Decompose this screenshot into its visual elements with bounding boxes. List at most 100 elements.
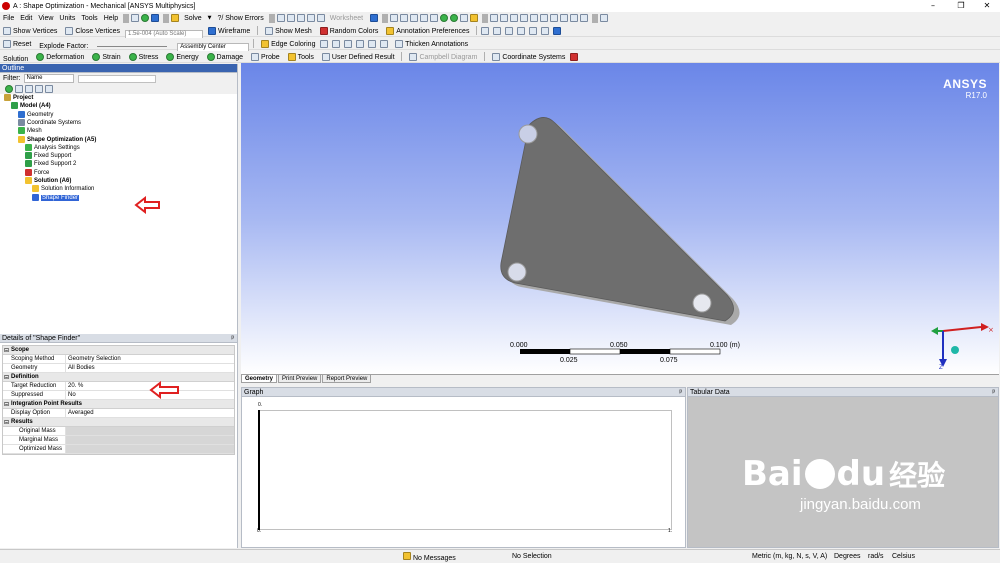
details-group-header[interactable]: Results: [3, 418, 234, 427]
menu-tools[interactable]: Tools: [78, 15, 100, 22]
details-group-header[interactable]: Integration Point Results: [3, 400, 234, 409]
edge-style-1-icon[interactable]: [320, 40, 329, 48]
edge-select-icon[interactable]: [410, 14, 419, 22]
details-row[interactable]: Target Reduction 20. %: [3, 382, 234, 391]
pan-icon[interactable]: [500, 14, 509, 22]
thicken-annotations-button[interactable]: Thicken Annotations: [392, 38, 471, 50]
details-row-value[interactable]: All Bodies: [66, 364, 234, 372]
tree-item[interactable]: Shape Optimization (A5): [18, 135, 96, 144]
tree-item[interactable]: Fixed Support: [25, 152, 71, 160]
tabular-pin-icon[interactable]: ᵖ: [992, 388, 995, 397]
tree-item[interactable]: Model (A4): [11, 102, 51, 110]
axis-y-icon[interactable]: [529, 27, 538, 35]
pin-icon[interactable]: ᵖ: [231, 334, 234, 343]
axis-xy-icon[interactable]: [481, 27, 490, 35]
tree-item[interactable]: Solution (A6): [25, 177, 71, 185]
clipboard-icon[interactable]: [131, 14, 140, 22]
details-row[interactable]: Marginal Mass: [3, 436, 234, 445]
tree-item[interactable]: Force: [25, 168, 49, 177]
rotate-icon[interactable]: [490, 14, 499, 22]
image-capture-icon[interactable]: [316, 14, 325, 22]
results-icon[interactable]: [570, 53, 579, 61]
edge-style-2-icon[interactable]: [332, 40, 341, 48]
damage-menu[interactable]: Damage: [204, 51, 246, 63]
minimize-button[interactable]: –: [920, 0, 946, 12]
zoom-fit-icon[interactable]: [530, 14, 539, 22]
graph-pin-icon[interactable]: ᵖ: [679, 388, 682, 397]
reset-button[interactable]: Reset: [0, 38, 34, 50]
connect-icon[interactable]: [151, 14, 160, 22]
details-group-header[interactable]: Definition: [3, 373, 234, 382]
tree-item[interactable]: Solution Information: [32, 185, 94, 193]
cursor-icon[interactable]: [370, 14, 379, 22]
viewport-layout-icon[interactable]: [600, 14, 609, 22]
tools-menu[interactable]: Tools: [285, 51, 317, 63]
plus-icon[interactable]: [35, 85, 43, 93]
axis-z-icon[interactable]: [541, 27, 550, 35]
plate-hole-left[interactable]: [507, 262, 527, 282]
user-defined-result-button[interactable]: User Defined Result: [319, 51, 398, 63]
energy-menu[interactable]: Energy: [163, 51, 201, 63]
status-units[interactable]: Metric (m, kg, N, s, V, A): [752, 552, 827, 562]
triad-close-icon[interactable]: ×: [988, 326, 994, 334]
status-temperature[interactable]: Celsius: [892, 552, 915, 562]
check-icon[interactable]: [141, 14, 150, 22]
stress-menu[interactable]: Stress: [126, 51, 162, 63]
show-vertices-button[interactable]: Show Vertices: [0, 25, 60, 37]
box-zoom-icon[interactable]: [520, 14, 529, 22]
filter-search-input[interactable]: [77, 74, 156, 83]
extend-adjacent-icon[interactable]: [450, 14, 459, 22]
annotation-icon[interactable]: [306, 14, 315, 22]
tree-item[interactable]: Analysis Settings: [25, 143, 80, 152]
body-select-icon[interactable]: [430, 14, 439, 22]
details-row[interactable]: Original Mass: [3, 427, 234, 436]
menu-view[interactable]: View: [35, 15, 56, 22]
menu-file[interactable]: File: [0, 15, 17, 22]
details-row[interactable]: Scoping Method Geometry Selection: [3, 355, 234, 364]
solve-dropdown-icon[interactable]: ▼: [205, 15, 215, 21]
collapse-icon[interactable]: [15, 85, 23, 93]
axis-x-icon[interactable]: [517, 27, 526, 35]
edge-style-5-icon[interactable]: [368, 40, 377, 48]
details-row-value[interactable]: Averaged: [66, 409, 234, 417]
status-angle[interactable]: Degrees: [834, 552, 860, 562]
edge-style-4-icon[interactable]: [356, 40, 365, 48]
vertex-select-icon[interactable]: [400, 14, 409, 22]
plate-hole-top[interactable]: [518, 124, 538, 144]
close-vertices-button[interactable]: Close Vertices: [62, 25, 123, 37]
measure-icon[interactable]: [553, 27, 562, 35]
face-select-icon[interactable]: [420, 14, 429, 22]
show-errors-button[interactable]: ?/ Show Errors: [214, 15, 266, 22]
cube-icon[interactable]: [296, 14, 305, 22]
triangle-plate[interactable]: [500, 117, 734, 322]
iso-view-icon[interactable]: [570, 14, 579, 22]
tree-item[interactable]: Project: [4, 94, 33, 102]
edge-style-3-icon[interactable]: [344, 40, 353, 48]
axis-yz-icon[interactable]: [493, 27, 502, 35]
annotation-preferences-button[interactable]: Annotation Preferences: [383, 25, 472, 37]
filter-dropdown[interactable]: Name: [23, 74, 74, 83]
details-row-value[interactable]: Geometry Selection: [66, 355, 234, 363]
plate-hole-right[interactable]: [692, 293, 712, 313]
explode-factor-slider[interactable]: [97, 45, 168, 47]
magnifier-icon[interactable]: [540, 14, 549, 22]
tree-item[interactable]: Fixed Support 2: [25, 160, 76, 168]
details-row-value[interactable]: [66, 436, 234, 444]
previous-view-icon[interactable]: [550, 14, 559, 22]
tree-item[interactable]: Mesh: [18, 127, 42, 135]
extend-select-icon[interactable]: [440, 14, 449, 22]
probe-menu[interactable]: Probe: [248, 51, 283, 63]
go-to-icon[interactable]: [25, 85, 33, 93]
chart-icon[interactable]: [286, 14, 295, 22]
solve-button[interactable]: Solve: [181, 15, 205, 22]
tree-item[interactable]: Shape Finder: [32, 193, 80, 202]
details-row-value[interactable]: [66, 427, 234, 435]
set-view-icon[interactable]: [580, 14, 589, 22]
tab-geometry[interactable]: Geometry: [241, 375, 278, 383]
details-row[interactable]: Geometry All Bodies: [3, 364, 234, 373]
details-row[interactable]: Suppressed No: [3, 391, 234, 400]
minus-icon[interactable]: [45, 85, 53, 93]
tree-item[interactable]: Coordinate Systems: [18, 118, 81, 127]
details-row[interactable]: Display Option Averaged: [3, 409, 234, 418]
zoom-icon[interactable]: [510, 14, 519, 22]
